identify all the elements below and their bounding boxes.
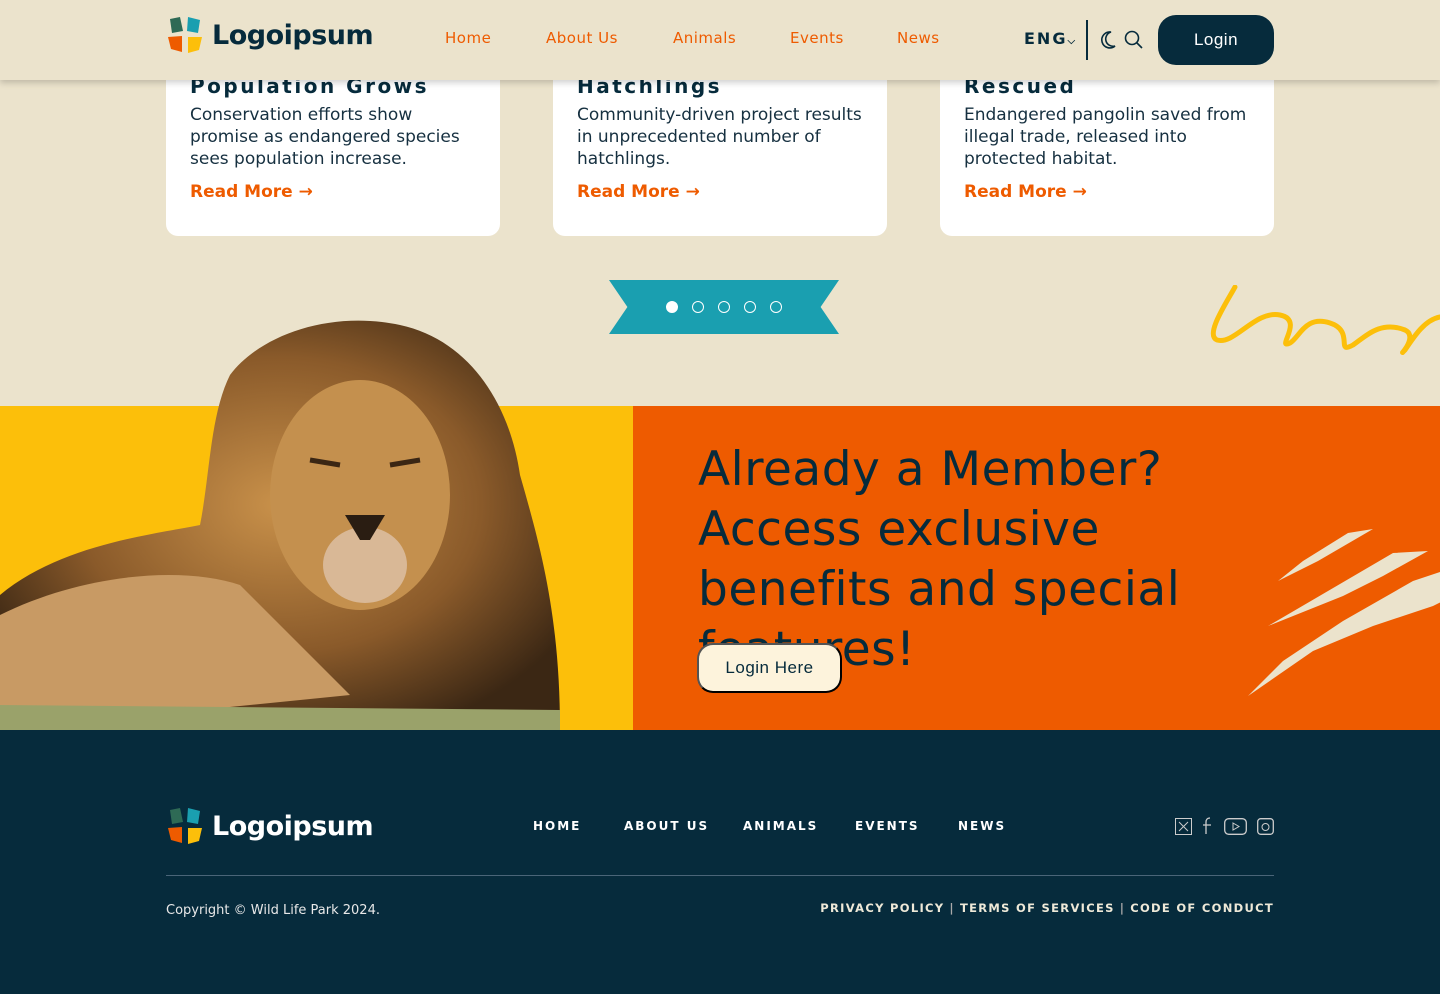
footer: Logoipsum HOME ABOUT US ANIMALS EVENTS N… (0, 730, 1440, 994)
lion-image (0, 320, 560, 730)
login-here-button[interactable]: Login Here (697, 643, 842, 693)
x-icon[interactable] (1175, 817, 1192, 835)
carousel-dot-5[interactable] (770, 301, 782, 313)
footer-nav-home[interactable]: HOME (533, 819, 581, 833)
carousel-dot-2[interactable] (692, 301, 704, 313)
privacy-policy-link[interactable]: PRIVACY POLICY (820, 901, 944, 915)
squiggle-decoration (1210, 285, 1440, 355)
read-more-link[interactable]: Read More → (964, 182, 1087, 202)
card-text: Community-driven project results in unpr… (577, 105, 862, 169)
language-label: ENG (1024, 29, 1068, 48)
logo-icon (168, 17, 202, 53)
footer-nav-animals[interactable]: ANIMALS (743, 819, 818, 833)
card-text: Conservation efforts show promise as end… (190, 105, 460, 169)
footer-nav-news[interactable]: NEWS (958, 819, 1006, 833)
arrow-right-icon: → (1072, 182, 1087, 202)
carousel-pagination (609, 280, 839, 334)
copyright: Copyright © Wild Life Park 2024. (166, 903, 380, 918)
header: Logoipsum Home About Us Animals Events N… (0, 0, 1440, 80)
nav-home[interactable]: Home (445, 29, 491, 47)
carousel-dot-3[interactable] (718, 301, 730, 313)
footer-nav-events[interactable]: EVENTS (855, 819, 920, 833)
terms-link[interactable]: TERMS OF SERVICES (960, 901, 1115, 915)
news-card: Rescued Endangered pangolin saved from i… (940, 60, 1274, 236)
instagram-icon[interactable] (1257, 817, 1274, 835)
logo[interactable]: Logoipsum (166, 15, 374, 55)
language-selector[interactable]: ENG⌵ (1024, 29, 1075, 48)
nav-events[interactable]: Events (790, 29, 844, 47)
chevron-down-icon: ⌵ (1067, 36, 1076, 47)
footer-nav-about-us[interactable]: ABOUT US (624, 819, 709, 833)
read-more-link[interactable]: Read More → (577, 182, 700, 202)
arrow-right-icon: → (685, 182, 700, 202)
read-more-link[interactable]: Read More → (190, 182, 313, 202)
carousel-dot-1[interactable] (666, 301, 678, 313)
logo-text: Logoipsum (212, 19, 374, 51)
facebook-icon[interactable] (1202, 817, 1214, 835)
nav-news[interactable]: News (897, 29, 940, 47)
news-card: Population Grows Conservation efforts sh… (166, 60, 500, 236)
carousel-dot-4[interactable] (744, 301, 756, 313)
nav-about-us[interactable]: About Us (546, 29, 618, 47)
logo-text: Logoipsum (212, 810, 374, 842)
divider (1086, 20, 1088, 60)
nav-animals[interactable]: Animals (673, 29, 736, 47)
card-text: Endangered pangolin saved from illegal t… (964, 105, 1247, 169)
logo-icon (168, 808, 202, 844)
footer-divider (166, 875, 1274, 876)
youtube-icon[interactable] (1224, 817, 1247, 835)
legal-links: PRIVACY POLICY | TERMS OF SERVICES | CODE OF… (820, 901, 1274, 915)
news-card: Hatchlings Community-driven project resu… (553, 60, 887, 236)
moon-icon[interactable] (1099, 30, 1117, 50)
search-icon[interactable] (1124, 30, 1144, 50)
login-button[interactable]: Login (1158, 15, 1274, 65)
footer-logo[interactable]: Logoipsum (166, 806, 374, 846)
arrow-right-icon: → (298, 182, 313, 202)
code-of-conduct-link[interactable]: CODE OF CONDUCT (1130, 901, 1274, 915)
